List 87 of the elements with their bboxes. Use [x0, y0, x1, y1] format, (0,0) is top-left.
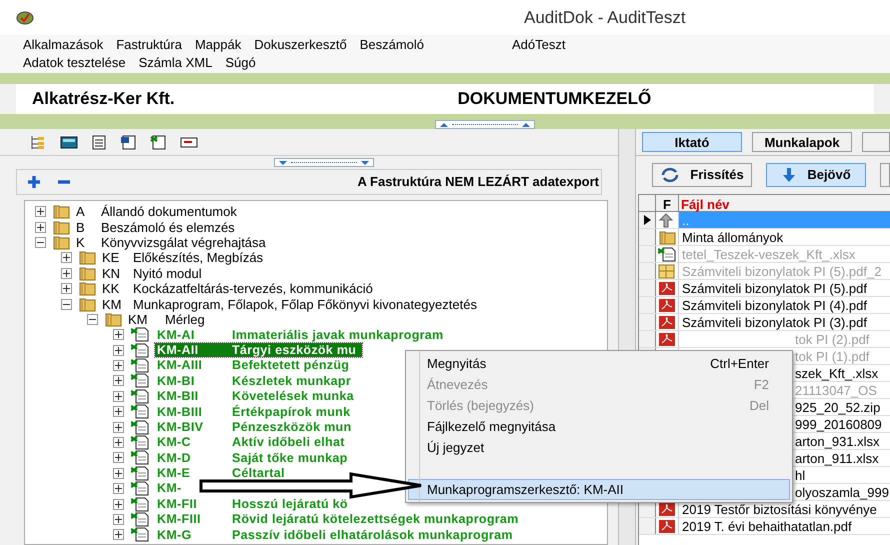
company-name: Alkatrész-Ker Kft. — [32, 88, 175, 110]
item-code: KM-C — [157, 436, 192, 449]
file-name-cell[interactable]: 2019 Testőr biztosítási könyvénye — [679, 501, 890, 517]
item-code: KK — [102, 282, 120, 296]
shortcut-label: Del — [749, 396, 769, 415]
menu-item[interactable]: Beszámoló — [360, 35, 424, 55]
item-title: Nyitó modul — [133, 266, 203, 280]
tree-item[interactable]: KM-D Saját tőke munkap — [155, 450, 354, 465]
item-code: KM-BIII — [157, 406, 204, 418]
file-name-cell[interactable]: Számviteli bizonylatok PI (4).pdf — [679, 297, 890, 313]
item-title: Értékpapírok munk — [232, 406, 352, 418]
tree-item[interactable]: KM-AI Immateriális javak munkaprogram — [155, 328, 450, 342]
tree-item[interactable]: KM-AII Tárgyi eszközök mu — [155, 343, 362, 358]
item-code: A — [76, 205, 86, 218]
menu-item[interactable]: Alkalmazások — [23, 35, 104, 55]
tab[interactable]: Munkalapok — [752, 132, 852, 152]
item-title: Munkaprogram, Főlapok, Főlap Főkönyvi kivonategyeztetés — [133, 298, 478, 311]
item-code: KM-BIV — [157, 420, 204, 434]
shortcut-label: F2 — [754, 376, 769, 394]
item-code: KM-D — [157, 452, 192, 464]
tree-item[interactable]: KM-BIV Pénzeszközök mun — [155, 420, 358, 434]
shortcut-label: Ctrl+Enter — [710, 354, 769, 373]
tree-item[interactable]: KM-FIII Rövid lejáratú kötelezettségek munkaprogram — [155, 512, 525, 526]
menu-item[interactable]: Munkaprogramszerkesztő: KM-AII — [408, 479, 790, 500]
menu-item[interactable]: Mappák — [194, 35, 242, 55]
item-code: KM-BII — [157, 390, 200, 403]
window-title: AuditDok - AuditTeszt — [524, 6, 686, 29]
item-title: Készletek munkapr — [232, 374, 352, 388]
tree-item[interactable]: KM-FII Hosszú lejáratú kö — [155, 497, 354, 512]
tree-item[interactable]: KM-E Céltartal — [155, 466, 291, 480]
item-title: Rövid lejáratú kötelezettségek munkaprogram — [232, 513, 520, 526]
item-title: Előkészítés, Megbízás — [133, 251, 264, 264]
menu-item[interactable]: Dokuszerkesztő — [254, 35, 347, 55]
menu-item[interactable]: Számla XML — [138, 53, 212, 73]
toolbar-button[interactable]: Bejövő — [766, 163, 866, 187]
column-header[interactable]: F — [656, 195, 679, 211]
tree-item[interactable]: KM-BII Követelések munka — [155, 389, 360, 404]
item-title: Követelések munka — [232, 390, 355, 403]
item-code: KE — [102, 251, 120, 264]
item-code: KM — [102, 298, 122, 311]
item-title: Könyvvizsgálat végrehajtása — [101, 236, 267, 249]
item-code: KM-FIII — [157, 513, 202, 526]
item-code: KM-AI — [157, 328, 196, 342]
tree-status-label: A Fastruktúra NEM LEZÁRT adatexport — [358, 173, 599, 192]
menu-item[interactable]: Súgó — [225, 53, 256, 73]
item-title: Beszámoló és elemzés — [101, 220, 236, 234]
tree-item[interactable]: KM-G Passzív időbeli elhatárolások munkaprogram — [155, 528, 519, 542]
item-title: Passzív időbeli elhatárolások munkaprogram — [232, 528, 514, 542]
item-code: KM-G — [157, 528, 193, 542]
column-header[interactable]: Fájl név — [679, 195, 890, 211]
item-title: Állandó dokumentumok — [101, 205, 238, 218]
item-code: KM — [128, 312, 148, 326]
item-title: Kockázatfeltárás-tervezés, kommunikáció — [133, 282, 374, 296]
menu-item[interactable]: Adatok tesztelése — [23, 53, 126, 73]
item-title: Céltartal — [232, 467, 286, 480]
menu-item[interactable]: Megnyitás Ctrl+Enter — [408, 353, 790, 374]
tree-item[interactable]: KM-AIII Befektetett pénzüg — [155, 358, 356, 373]
item-code: K — [76, 236, 86, 249]
menu-item[interactable]: AdóTeszt — [512, 35, 566, 55]
tree-item[interactable]: KM-C Aktív időbeli elhat — [155, 436, 351, 450]
item-title: Hosszú lejáratú kö — [232, 498, 349, 510]
file-name-cell[interactable]: Számviteli bizonylatok PI (5).pdf — [679, 280, 890, 296]
menu-item[interactable]: Új jegyzet — [408, 437, 790, 458]
item-title: Saját tőke munkap — [232, 452, 349, 464]
file-name-cell[interactable]: 2019 T. évi behaithatatlan.pdf — [679, 518, 890, 534]
tree-item[interactable]: KM-BI Készletek munkapr — [155, 374, 358, 388]
toolbar-button[interactable]: Frissítés — [652, 163, 752, 187]
menu-item[interactable]: Fastruktúra — [116, 35, 182, 55]
item-title: Aktív időbeli elhat — [232, 436, 346, 449]
file-name-cell[interactable]: Minta állományok — [679, 229, 890, 245]
item-title: Pénzeszközök mun — [232, 420, 352, 434]
item-code: KM-AIII — [157, 359, 204, 372]
item-title: Tárgyi eszközök mu — [232, 344, 358, 356]
tree-item[interactable]: KM-BIII Értékpapírok munk — [155, 404, 356, 419]
item-title: Mérleg — [165, 312, 205, 326]
module-title: DOKUMENTUMKEZELŐ — [458, 88, 652, 110]
tab[interactable]: Iktató — [642, 132, 742, 152]
menu-item[interactable]: Fájlkezelő megnyitása — [408, 416, 790, 437]
item-code: KM-AII — [157, 344, 200, 356]
item-code: B — [76, 220, 86, 234]
item-code: KN — [102, 266, 122, 280]
item-code: KM-BI — [157, 374, 196, 388]
item-title: Immateriális javak munkaprogram — [232, 328, 444, 342]
item-code: KM-E — [157, 467, 192, 480]
item-code: KM-FII — [157, 498, 198, 510]
item-title: Befektetett pénzüg — [232, 359, 350, 372]
file-name-cell[interactable]: Számviteli bizonylatok PI (3).pdf — [679, 314, 890, 330]
